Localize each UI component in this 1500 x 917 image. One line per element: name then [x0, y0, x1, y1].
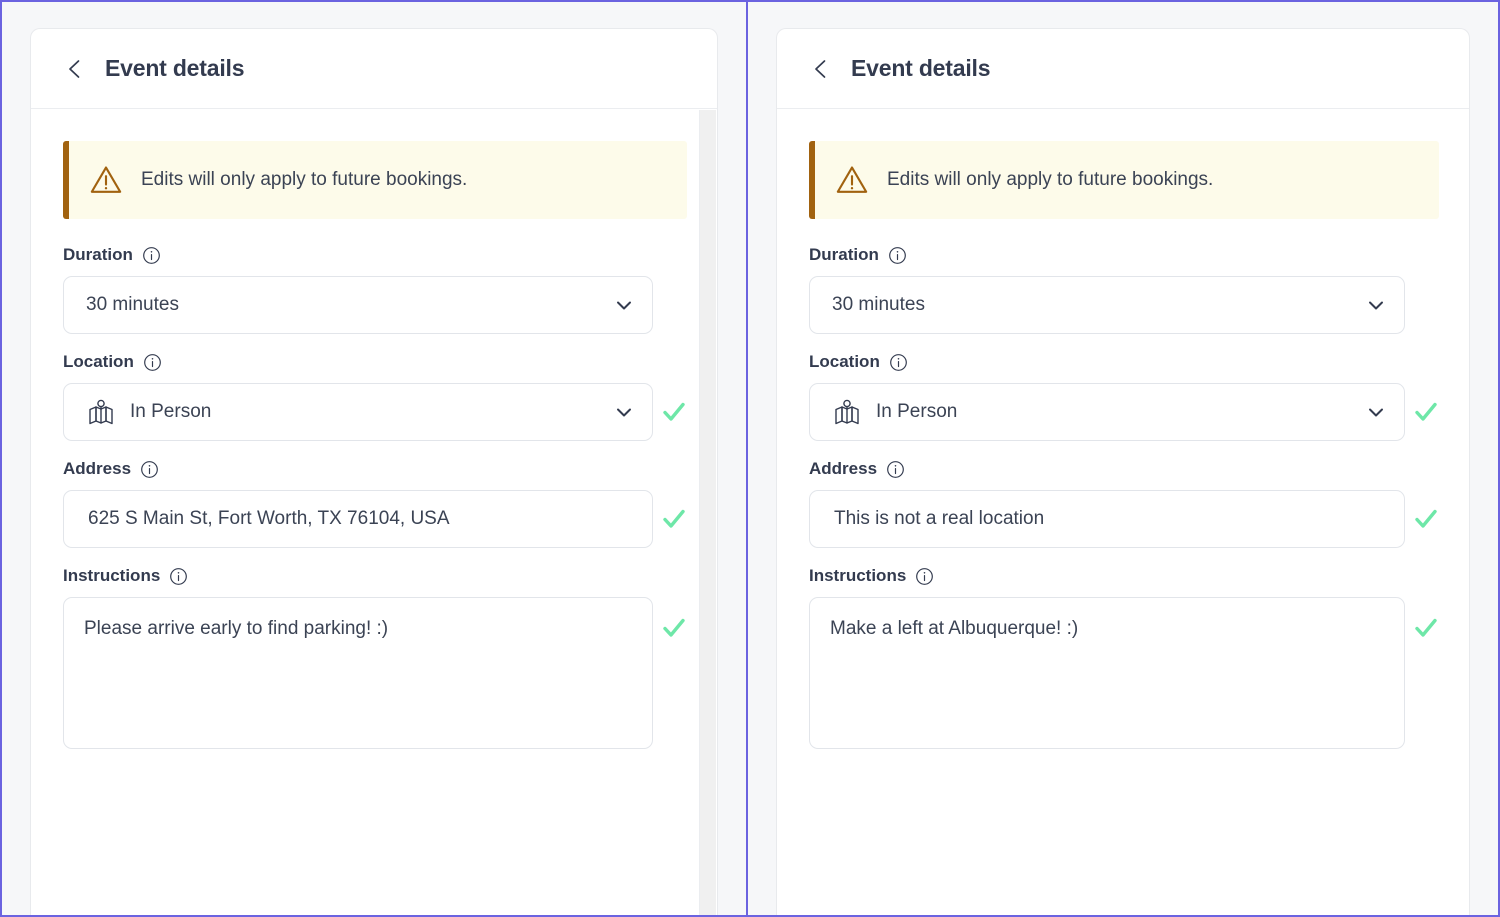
location-select[interactable]: In Person: [809, 383, 1405, 441]
vertical-scrollbar[interactable]: [699, 110, 716, 915]
duration-label: Duration: [63, 245, 133, 264]
location-control-row: In Person: [63, 383, 687, 441]
address-label: Address: [809, 459, 878, 478]
location-select[interactable]: In Person: [63, 383, 653, 441]
chevron-left-icon[interactable]: [809, 57, 833, 81]
address-input[interactable]: 625 S Main St, Fort Worth, TX 76104, USA: [63, 490, 653, 548]
location-label: Location: [809, 352, 880, 371]
instructions-label-group: Instructions: [63, 566, 687, 586]
chevron-left-icon[interactable]: [63, 57, 87, 81]
duration-label: Duration: [809, 245, 879, 264]
instructions-control-row: Make a left at Albuquerque! :): [809, 597, 1439, 749]
event-details-panel-left: Event details Edits will only apply to f…: [2, 2, 748, 915]
map-pin-icon: [832, 397, 862, 427]
duration-select[interactable]: 30 minutes: [809, 276, 1405, 334]
address-valid-check-icon: [1413, 506, 1439, 532]
field-address: Address 625 S Main St, Fort Worth, TX 76…: [63, 459, 687, 548]
field-instructions: Instructions Please arrive early to find…: [63, 566, 687, 749]
duration-control-row: 30 minutes: [63, 276, 687, 334]
info-circle-icon[interactable]: [888, 246, 907, 265]
card-header: Event details: [31, 29, 717, 109]
instructions-textarea[interactable]: Please arrive early to find parking! :): [63, 597, 653, 749]
info-circle-icon[interactable]: [915, 567, 934, 586]
address-label-group: Address: [809, 459, 1439, 479]
field-duration: Duration 30 minutes: [809, 245, 1439, 334]
page-title: Event details: [105, 55, 245, 81]
instructions-control-row: Please arrive early to find parking! :): [63, 597, 687, 749]
address-control-row: This is not a real location: [809, 490, 1439, 548]
card-body: Edits will only apply to future bookings…: [777, 109, 1469, 915]
future-bookings-warning-banner: Edits will only apply to future bookings…: [63, 141, 687, 219]
map-pin-icon: [86, 397, 116, 427]
field-instructions: Instructions Make a left at Albuquerque!…: [809, 566, 1439, 749]
info-circle-icon[interactable]: [169, 567, 188, 586]
location-label: Location: [63, 352, 134, 371]
location-value: In Person: [130, 401, 212, 422]
duration-value: 30 minutes: [832, 294, 925, 315]
event-details-card: Event details Edits will only apply to f…: [30, 28, 718, 915]
screenshot-root: Event details Edits will only apply to f…: [0, 0, 1500, 917]
instructions-label: Instructions: [809, 566, 907, 585]
field-location: Location In Person: [63, 352, 687, 441]
address-value: 625 S Main St, Fort Worth, TX 76104, USA: [88, 508, 450, 529]
event-details-panel-right: Event details Edits will only apply to f…: [748, 2, 1498, 915]
card-header: Event details: [777, 29, 1469, 109]
chevron-down-icon[interactable]: [1366, 402, 1386, 422]
address-valid-check-icon: [661, 506, 687, 532]
duration-select[interactable]: 30 minutes: [63, 276, 653, 334]
info-circle-icon[interactable]: [889, 353, 908, 372]
location-label-group: Location: [809, 352, 1439, 372]
page-title: Event details: [851, 55, 991, 81]
address-label-group: Address: [63, 459, 687, 479]
address-input[interactable]: This is not a real location: [809, 490, 1405, 548]
address-control-row: 625 S Main St, Fort Worth, TX 76104, USA: [63, 490, 687, 548]
warning-triangle-icon: [835, 163, 869, 197]
chevron-down-icon[interactable]: [614, 295, 634, 315]
duration-value: 30 minutes: [86, 294, 179, 315]
info-circle-icon[interactable]: [142, 246, 161, 265]
location-value: In Person: [876, 401, 958, 422]
duration-label-group: Duration: [63, 245, 687, 265]
address-label: Address: [63, 459, 132, 478]
field-duration: Duration 30 minutes: [63, 245, 687, 334]
info-circle-icon[interactable]: [143, 353, 162, 372]
instructions-label-group: Instructions: [809, 566, 1439, 586]
info-circle-icon[interactable]: [886, 460, 905, 479]
instructions-valid-check-icon: [661, 615, 687, 641]
chevron-down-icon[interactable]: [1366, 295, 1386, 315]
instructions-textarea[interactable]: Make a left at Albuquerque! :): [809, 597, 1405, 749]
field-location: Location In Person: [809, 352, 1439, 441]
instructions-valid-check-icon: [1413, 615, 1439, 641]
info-circle-icon[interactable]: [140, 460, 159, 479]
event-details-card: Event details Edits will only apply to f…: [776, 28, 1470, 915]
warning-banner-text: Edits will only apply to future bookings…: [887, 169, 1214, 190]
warning-triangle-icon: [89, 163, 123, 197]
field-address: Address This is not a real location: [809, 459, 1439, 548]
location-valid-check-icon: [1413, 399, 1439, 425]
instructions-label: Instructions: [63, 566, 161, 585]
location-label-group: Location: [63, 352, 687, 372]
chevron-down-icon[interactable]: [614, 402, 634, 422]
address-value: This is not a real location: [834, 508, 1045, 529]
warning-banner-text: Edits will only apply to future bookings…: [141, 169, 468, 190]
duration-label-group: Duration: [809, 245, 1439, 265]
card-body: Edits will only apply to future bookings…: [31, 109, 717, 915]
location-valid-check-icon: [661, 399, 687, 425]
duration-control-row: 30 minutes: [809, 276, 1439, 334]
future-bookings-warning-banner: Edits will only apply to future bookings…: [809, 141, 1439, 219]
location-control-row: In Person: [809, 383, 1439, 441]
